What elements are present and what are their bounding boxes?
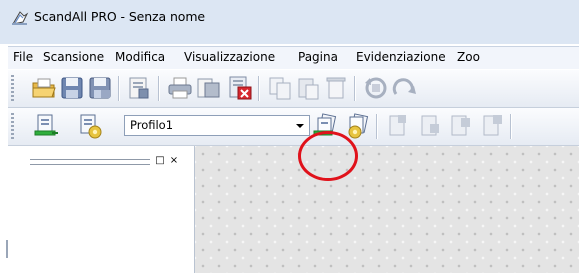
window-title: ScandAll PRO - Senza nome <box>34 9 205 24</box>
toolbar-gripper[interactable] <box>11 113 14 139</box>
menu-pagina[interactable]: Pagina <box>298 50 338 64</box>
menu-file[interactable]: File <box>13 50 33 64</box>
menu-evidenziazione[interactable]: Evidenziazione <box>356 50 446 64</box>
scan-settings-icon[interactable] <box>76 112 104 140</box>
toolbar-separator <box>118 76 120 101</box>
scandall-window: ScandAll PRO - Senza nome File Scansione… <box>0 0 579 273</box>
menu-visualizzazione[interactable]: Visualizzazione <box>184 50 275 64</box>
image-workspace[interactable] <box>195 146 579 273</box>
properties-icon[interactable] <box>125 74 153 102</box>
toolbar-separator <box>158 76 160 101</box>
thumbnail-panel: □ × <box>8 146 195 273</box>
chevron-down-icon[interactable] <box>293 118 307 133</box>
rotate-right-icon[interactable] <box>390 74 418 102</box>
print-preview-icon[interactable] <box>194 74 222 102</box>
menu-modifica[interactable]: Modifica <box>115 50 165 64</box>
rotate-left-icon[interactable] <box>362 74 390 102</box>
batch-page-icon-4[interactable] <box>478 112 506 140</box>
copy-icon[interactable] <box>266 74 294 102</box>
toolbar-separator <box>258 76 260 101</box>
menu-bar: File Scansione Modifica Visualizzazione … <box>8 46 579 69</box>
toolbar-separator <box>510 114 512 139</box>
batch-page-icon-2[interactable] <box>416 112 444 140</box>
main-toolbar <box>8 70 579 108</box>
save-as-icon[interactable] <box>86 74 114 102</box>
paste-icon[interactable] <box>294 74 322 102</box>
save-icon[interactable] <box>58 74 86 102</box>
profile-select-value: Profilo1 <box>130 118 174 132</box>
scan-toolbar: Profilo1 <box>8 108 579 146</box>
close-document-icon[interactable] <box>226 74 254 102</box>
profile-settings-icon[interactable] <box>344 112 372 140</box>
profile-select[interactable]: Profilo1 <box>124 115 310 136</box>
scan-icon[interactable] <box>32 112 60 140</box>
menu-zoom[interactable]: Zoo <box>457 50 480 64</box>
toolbar-separator <box>354 76 356 101</box>
scan-with-profile-icon[interactable] <box>312 112 340 140</box>
scandall-app-icon <box>12 11 29 25</box>
toolbar-separator <box>376 114 378 139</box>
panel-pin-button[interactable]: □ <box>154 155 166 166</box>
title-bar[interactable]: ScandAll PRO - Senza nome <box>0 0 579 44</box>
panel-gripper[interactable] <box>30 159 150 165</box>
delete-page-icon[interactable] <box>322 74 350 102</box>
batch-page-icon-3[interactable] <box>446 112 474 140</box>
menu-scansione[interactable]: Scansione <box>43 50 104 64</box>
open-folder-icon[interactable] <box>30 74 58 102</box>
toolbar-gripper[interactable] <box>11 75 14 101</box>
panel-close-button[interactable]: × <box>168 155 180 166</box>
print-icon[interactable] <box>166 74 194 102</box>
batch-page-icon-1[interactable] <box>384 112 412 140</box>
